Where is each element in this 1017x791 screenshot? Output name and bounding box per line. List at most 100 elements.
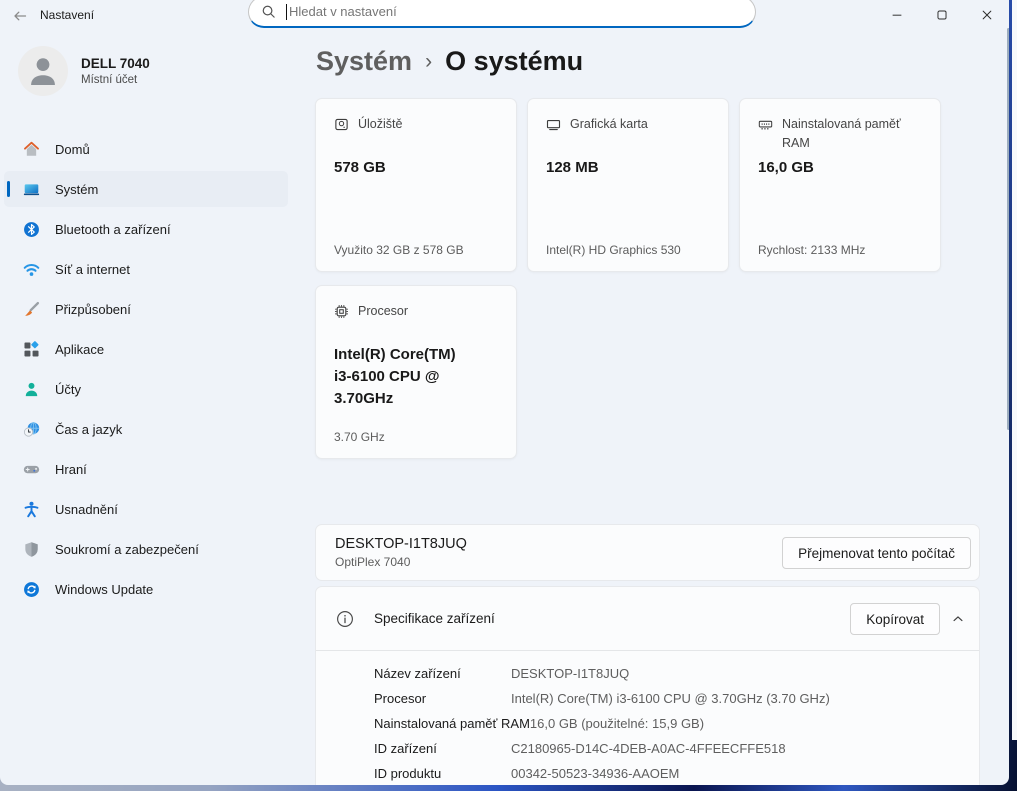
account-text: DELL 7040 Místní účet — [81, 56, 150, 86]
device-model: OptiPlex 7040 — [335, 555, 467, 569]
chevron-up-icon — [951, 612, 965, 626]
gpu-icon — [546, 117, 561, 132]
search-icon — [261, 4, 276, 19]
breadcrumb-parent[interactable]: Systém — [316, 46, 412, 77]
gaming-icon — [23, 461, 40, 478]
card-caption: 3.70 GHz — [334, 430, 385, 444]
overview-card: Procesor Intel(R) Core(TM) i3-6100 CPU @… — [315, 285, 517, 459]
accounts-icon — [23, 381, 40, 398]
card-value: 16,0 GB — [758, 157, 814, 179]
sidebar-item-label: Síť a internet — [55, 262, 130, 277]
sidebar-item-label: Aplikace — [55, 342, 104, 357]
avatar — [18, 46, 68, 96]
specifications-title: Specifikace zařízení — [374, 611, 495, 626]
maximize-icon — [935, 8, 949, 22]
spec-value: DESKTOP-I1T8JUQ — [511, 666, 629, 681]
bluetooth-icon — [23, 221, 40, 238]
device-name-card: DESKTOP-I1T8JUQ OptiPlex 7040 Přejmenova… — [315, 524, 980, 581]
sidebar-item-label: Domů — [55, 142, 90, 157]
close-icon — [980, 8, 994, 22]
spec-label: Procesor — [374, 691, 511, 706]
titlebar: Nastavení Hledat v nastavení — [0, 0, 1009, 30]
collapse-button[interactable] — [944, 605, 972, 633]
back-arrow-icon — [12, 8, 28, 24]
account-type: Místní účet — [81, 74, 150, 86]
sidebar-item-personalization[interactable]: Přizpůsobení — [4, 291, 288, 327]
card-label: Úložiště — [358, 115, 402, 134]
privacy-icon — [23, 541, 40, 558]
device-name: DESKTOP-I1T8JUQ — [335, 536, 467, 552]
personalization-icon — [23, 301, 40, 318]
sidebar-item-label: Přizpůsobení — [55, 302, 131, 317]
card-label-row: Procesor — [334, 302, 498, 321]
sidebar-item-windows-update[interactable]: Windows Update — [4, 571, 288, 607]
breadcrumb: Systém › O systému — [316, 46, 583, 77]
rename-pc-button[interactable]: Přejmenovat tento počítač — [782, 537, 971, 569]
card-value: 578 GB — [334, 157, 386, 179]
card-label-row: Úložiště — [334, 115, 498, 134]
sidebar-item-accessibility[interactable]: Usnadnění — [4, 491, 288, 527]
search-input[interactable]: Hledat v nastavení — [248, 0, 756, 28]
card-label-row: Nainstalovaná paměť RAM — [758, 115, 922, 154]
accessibility-icon — [23, 501, 40, 518]
spec-label: ID zařízení — [374, 741, 511, 756]
sidebar-item-label: Soukromí a zabezpečení — [55, 542, 199, 557]
person-icon — [26, 54, 60, 88]
settings-window: Nastavení Hledat v nastavení DELL 7040 M… — [0, 0, 1009, 785]
card-label: Grafická karta — [570, 115, 648, 134]
spec-label: Název zařízení — [374, 666, 511, 681]
sidebar-item-label: Účty — [55, 382, 81, 397]
spec-label: ID produktu — [374, 766, 511, 781]
sidebar-item-label: Usnadnění — [55, 502, 118, 517]
overview-card: Nainstalovaná paměť RAM 16,0 GB Rychlost… — [739, 98, 941, 272]
spec-row: Název zařízení DESKTOP-I1T8JUQ — [374, 661, 979, 686]
sidebar-item-gaming[interactable]: Hraní — [4, 451, 288, 487]
minimize-icon — [890, 8, 904, 22]
device-specifications-card: Specifikace zařízení Kopírovat Název zař… — [315, 586, 980, 785]
sidebar: Domů Systém Bluetooth a zařízení Síť a i… — [4, 131, 288, 611]
sidebar-item-apps[interactable]: Aplikace — [4, 331, 288, 367]
window-title: Nastavení — [40, 8, 94, 22]
account-block[interactable]: DELL 7040 Místní účet — [18, 46, 150, 96]
windows-update-icon — [23, 581, 40, 598]
back-button[interactable] — [8, 4, 32, 28]
maximize-button[interactable] — [919, 0, 964, 30]
sidebar-item-privacy[interactable]: Soukromí a zabezpečení — [4, 531, 288, 567]
sidebar-item-network[interactable]: Síť a internet — [4, 251, 288, 287]
close-button[interactable] — [964, 0, 1009, 30]
chevron-right-icon: › — [425, 50, 432, 74]
card-value: Intel(R) Core(TM) i3-6100 CPU @ 3.70GHz — [334, 344, 474, 411]
card-value: 128 MB — [546, 157, 599, 179]
copy-button[interactable]: Kopírovat — [850, 603, 940, 635]
apps-icon — [23, 341, 40, 358]
cpu-icon — [334, 304, 349, 319]
home-icon — [23, 141, 40, 158]
scrollbar[interactable] — [1007, 28, 1009, 430]
overview-cards: Úložiště 578 GB Využito 32 GB z 578 GB G… — [315, 98, 941, 459]
spec-row: Procesor Intel(R) Core(TM) i3-6100 CPU @… — [374, 686, 979, 711]
background-window-sliver — [1012, 0, 1017, 740]
sidebar-item-label: Systém — [55, 182, 98, 197]
device-text: DESKTOP-I1T8JUQ OptiPlex 7040 — [335, 536, 467, 569]
card-label: Procesor — [358, 302, 408, 321]
specifications-table: Název zařízení DESKTOP-I1T8JUQ Procesor … — [316, 651, 979, 785]
card-caption: Rychlost: 2133 MHz — [758, 243, 865, 257]
search-placeholder: Hledat v nastavení — [289, 4, 397, 19]
spec-row: Nainstalovaná paměť RAM 16,0 GB (použite… — [374, 711, 979, 736]
specifications-header[interactable]: Specifikace zařízení Kopírovat — [316, 587, 979, 651]
sidebar-item-bluetooth[interactable]: Bluetooth a zařízení — [4, 211, 288, 247]
spec-value: Intel(R) Core(TM) i3-6100 CPU @ 3.70GHz … — [511, 691, 830, 706]
minimize-button[interactable] — [874, 0, 919, 30]
sidebar-item-accounts[interactable]: Účty — [4, 371, 288, 407]
network-icon — [23, 261, 40, 278]
spec-label: Nainstalovaná paměť RAM — [374, 716, 530, 731]
info-icon — [336, 610, 354, 628]
sidebar-item-home[interactable]: Domů — [4, 131, 288, 167]
spec-row: ID produktu 00342-50523-34936-AAOEM — [374, 761, 979, 785]
card-label: Nainstalovaná paměť RAM — [782, 115, 922, 154]
sidebar-item-system[interactable]: Systém — [4, 171, 288, 207]
text-caret — [286, 4, 287, 20]
sidebar-item-label: Windows Update — [55, 582, 153, 597]
system-icon — [23, 181, 40, 198]
sidebar-item-time-language[interactable]: Čas a jazyk — [4, 411, 288, 447]
